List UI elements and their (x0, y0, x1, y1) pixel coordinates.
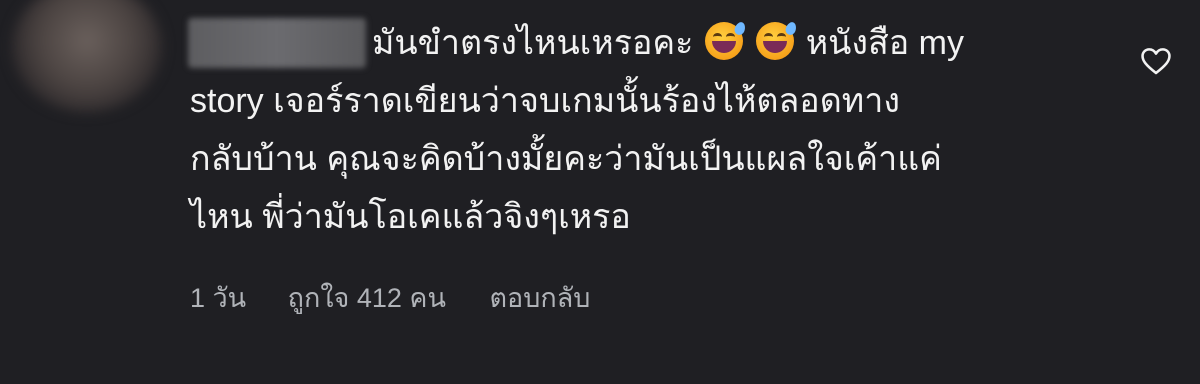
heart-outline-icon[interactable] (1139, 44, 1173, 78)
reply-button[interactable]: ตอบกลับ (489, 276, 590, 319)
comment-line-2: story เจอร์ราดเขียนว่าจบเกมนั้นร้องไห้ตล… (190, 82, 900, 120)
comment-actions: 1 วัน ถูกใจ 412 คน ตอบกลับ (190, 276, 590, 319)
comment-line-1: มันขำตรงไหนเหรอคะ หนังสือ my (190, 14, 1090, 72)
comment-text-segment: หนังสือ my (805, 24, 964, 62)
comment-timestamp: 1 วัน (190, 283, 247, 313)
sweat-smile-emoji-icon (704, 20, 747, 60)
comment-item: มันขำตรงไหนเหรอคะ หนังสือ my story เจอร์… (0, 0, 1200, 384)
comment-line-3: กลับบ้าน คุณจะคิดบ้างมั้ยคะว่ามันเป็นแผล… (190, 140, 942, 178)
comment-line-4: ไหน พี่ว่ามันโอเคแล้วจิงๆเหรอ (190, 198, 631, 236)
likes-count-button[interactable]: ถูกใจ 412 คน (288, 276, 446, 319)
sweat-smile-emoji-icon (756, 20, 799, 60)
comment-text: มันขำตรงไหนเหรอคะ หนังสือ my story เจอร์… (190, 14, 1090, 246)
avatar[interactable] (12, 0, 162, 112)
comment-text-segment: มันขำตรงไหนเหรอคะ (372, 24, 694, 62)
